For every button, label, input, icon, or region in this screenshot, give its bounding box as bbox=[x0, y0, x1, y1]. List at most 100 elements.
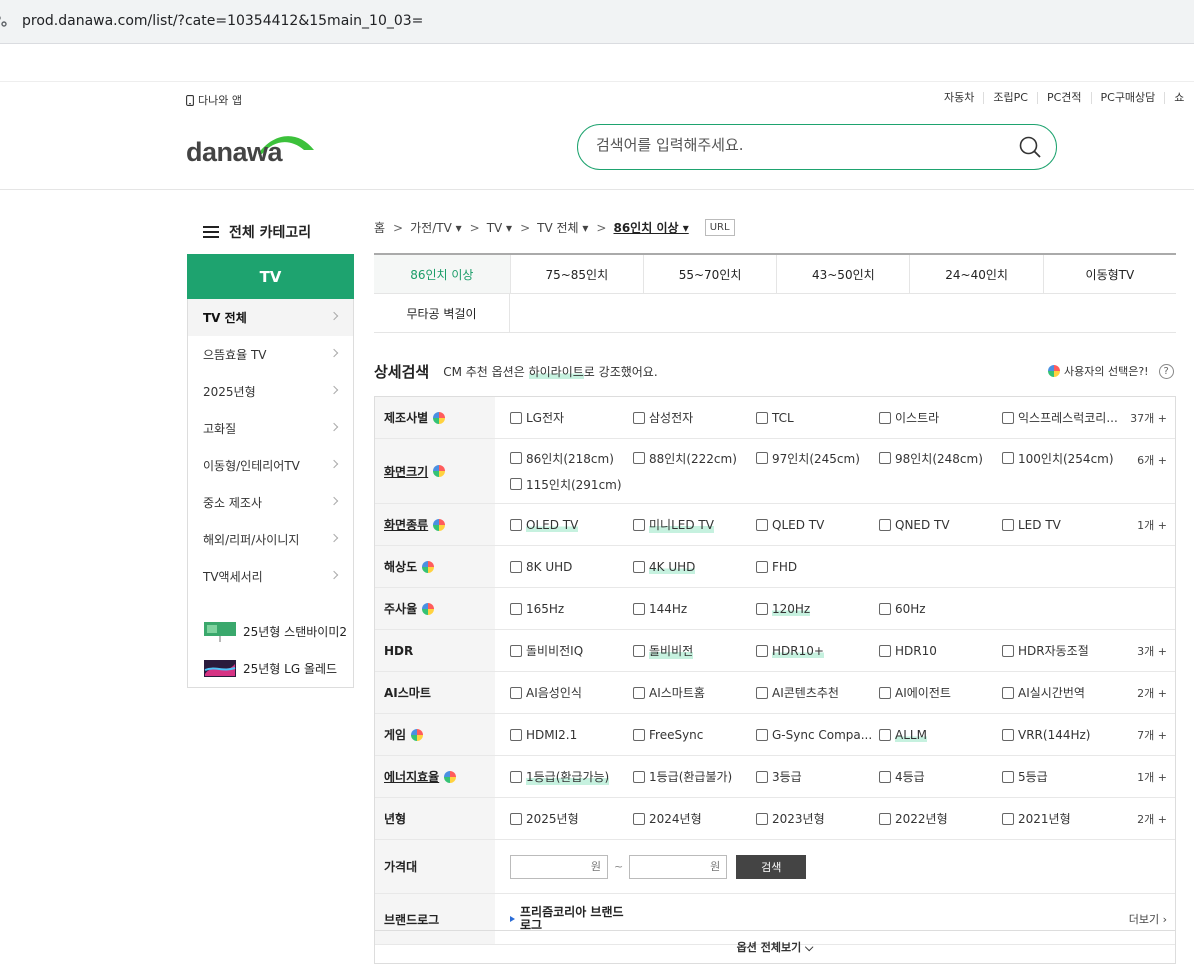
top-nav-item[interactable]: PC견적 bbox=[1036, 92, 1091, 104]
spec-option[interactable]: 익스프레스럭코리... bbox=[1002, 397, 1125, 438]
more-options-button[interactable]: 1개 + bbox=[1137, 517, 1167, 533]
price-max-input[interactable] bbox=[629, 854, 728, 879]
spec-option[interactable]: FreeSync bbox=[633, 714, 756, 755]
checkbox[interactable] bbox=[1002, 518, 1014, 531]
site-settings-icon[interactable] bbox=[0, 14, 8, 28]
checkbox[interactable] bbox=[756, 728, 768, 741]
spec-option[interactable]: AI스마트홈 bbox=[633, 672, 756, 713]
breadcrumb-item[interactable]: TV 전체 ▾ bbox=[537, 219, 588, 236]
spec-label-text[interactable]: 게임 bbox=[384, 726, 406, 743]
checkbox[interactable] bbox=[510, 411, 522, 424]
spec-option[interactable]: 4등급 bbox=[879, 756, 1002, 797]
spec-option[interactable]: 미니LED TV bbox=[633, 504, 756, 545]
checkbox[interactable] bbox=[756, 686, 768, 699]
spec-label-text[interactable]: 해상도 bbox=[384, 558, 417, 575]
spec-option[interactable]: LED TV bbox=[1002, 504, 1125, 545]
checkbox[interactable] bbox=[510, 686, 522, 699]
spec-option[interactable]: 1등급(환급불가) bbox=[633, 756, 756, 797]
more-options-button[interactable]: 6개 + bbox=[1137, 452, 1167, 468]
sidebar-item[interactable]: 2025년형 bbox=[188, 373, 353, 410]
checkbox[interactable] bbox=[633, 728, 645, 741]
checkbox[interactable] bbox=[756, 770, 768, 783]
more-options-button[interactable]: 7개 + bbox=[1137, 727, 1167, 743]
checkbox[interactable] bbox=[879, 686, 891, 699]
spec-option[interactable]: 삼성전자 bbox=[633, 397, 756, 438]
checkbox[interactable] bbox=[1002, 452, 1014, 464]
spec-option[interactable]: 98인치(248cm) bbox=[879, 445, 1002, 471]
price-search-button[interactable]: 검색 bbox=[736, 854, 807, 879]
checkbox[interactable] bbox=[633, 770, 645, 783]
spec-option[interactable]: AI에이전트 bbox=[879, 672, 1002, 713]
spec-label-text[interactable]: 주사율 bbox=[384, 600, 417, 617]
spec-option[interactable]: 165Hz bbox=[510, 588, 633, 629]
more-options-button[interactable]: 2개 + bbox=[1137, 685, 1167, 701]
spec-option[interactable]: HDMI2.1 bbox=[510, 714, 633, 755]
breadcrumb-current[interactable]: 86인치 이상 ▾ bbox=[613, 219, 688, 236]
search-icon[interactable] bbox=[1018, 135, 1042, 159]
checkbox[interactable] bbox=[510, 452, 522, 464]
spec-option[interactable]: 이스트라 bbox=[879, 397, 1002, 438]
spec-label-text[interactable]: 에너지효율 bbox=[384, 768, 439, 785]
spec-label-text[interactable]: 제조사별 bbox=[384, 409, 428, 426]
checkbox[interactable] bbox=[510, 812, 522, 825]
sidebar-item[interactable]: 해외/리퍼/사이니지 bbox=[188, 521, 353, 558]
spec-option[interactable]: HDR10+ bbox=[756, 630, 879, 671]
spec-option[interactable]: 60Hz bbox=[879, 588, 1002, 629]
browser-url-bar[interactable]: prod.danawa.com/list/?cate=10354412&15ma… bbox=[0, 0, 1194, 44]
size-tab[interactable]: 무타공 벽걸이 bbox=[374, 294, 510, 332]
sidebar-item[interactable]: 이동형/인테리어TV bbox=[188, 447, 353, 484]
spec-option[interactable]: 2023년형 bbox=[756, 798, 879, 839]
breadcrumb-item[interactable]: TV ▾ bbox=[487, 221, 512, 235]
breadcrumb-item[interactable]: 가전/TV ▾ bbox=[410, 219, 462, 236]
checkbox[interactable] bbox=[510, 518, 522, 531]
spec-option[interactable]: 2022년형 bbox=[879, 798, 1002, 839]
more-options-button[interactable]: 1개 + bbox=[1137, 769, 1167, 785]
more-options-button[interactable]: 3개 + bbox=[1137, 643, 1167, 659]
checkbox[interactable] bbox=[879, 728, 891, 741]
spec-option[interactable]: FHD bbox=[756, 546, 879, 587]
spec-option[interactable]: AI실시간번역 bbox=[1002, 672, 1125, 713]
spec-option[interactable]: OLED TV bbox=[510, 504, 633, 545]
all-category-button[interactable]: 전체 카테고리 bbox=[187, 212, 354, 252]
spec-option[interactable]: 144Hz bbox=[633, 588, 756, 629]
size-tab[interactable]: 86인치 이상 bbox=[374, 255, 510, 293]
danawa-logo[interactable]: danawa bbox=[186, 130, 318, 164]
spec-option[interactable]: AI콘텐츠추천 bbox=[756, 672, 879, 713]
spec-option[interactable]: 1등급(환급가능) bbox=[510, 756, 633, 797]
spec-option[interactable]: AI음성인식 bbox=[510, 672, 633, 713]
spec-option[interactable]: 88인치(222cm) bbox=[633, 445, 756, 471]
spec-option[interactable]: HDR자동조절 bbox=[1002, 630, 1125, 671]
price-min-input[interactable] bbox=[510, 854, 608, 879]
checkbox[interactable] bbox=[1002, 644, 1014, 657]
checkbox[interactable] bbox=[879, 411, 891, 424]
spec-option[interactable]: 100인치(254cm) bbox=[1002, 445, 1125, 471]
app-link[interactable]: 다나와 앱 bbox=[186, 92, 242, 108]
spec-option[interactable]: 3등급 bbox=[756, 756, 879, 797]
search-input[interactable] bbox=[596, 136, 996, 154]
spec-option[interactable]: 8K UHD bbox=[510, 546, 633, 587]
checkbox[interactable] bbox=[756, 812, 768, 825]
checkbox[interactable] bbox=[510, 560, 522, 573]
category-head[interactable]: TV bbox=[187, 254, 354, 299]
checkbox[interactable] bbox=[879, 644, 891, 657]
size-tab[interactable]: 43~50인치 bbox=[776, 255, 909, 293]
sidebar-item[interactable]: TV액세서리 bbox=[188, 558, 353, 595]
spec-label-text[interactable]: 화면종류 bbox=[384, 516, 428, 533]
spec-option[interactable]: TCL bbox=[756, 397, 879, 438]
checkbox[interactable] bbox=[1002, 686, 1014, 699]
top-nav-item[interactable]: 쇼 bbox=[1164, 92, 1193, 104]
breadcrumb-home[interactable]: 홈 bbox=[374, 219, 385, 236]
spec-option[interactable]: 2021년형 bbox=[1002, 798, 1125, 839]
size-tab[interactable]: 55~70인치 bbox=[642, 255, 776, 293]
top-nav-item[interactable]: PC구매상담 bbox=[1090, 92, 1165, 104]
spec-label-text[interactable]: HDR bbox=[384, 644, 413, 658]
brand-more-button[interactable]: 더보기 › bbox=[1129, 911, 1167, 927]
url-copy-button[interactable]: URL bbox=[704, 219, 735, 236]
promo-item[interactable]: 25년형 LG 올레드 bbox=[188, 650, 353, 687]
checkbox[interactable] bbox=[879, 812, 891, 825]
size-tab[interactable]: 24~40인치 bbox=[909, 255, 1042, 293]
spec-label-text[interactable]: 화면크기 bbox=[384, 463, 428, 480]
spec-option[interactable]: 4K UHD bbox=[633, 546, 756, 587]
checkbox[interactable] bbox=[756, 644, 768, 657]
checkbox[interactable] bbox=[879, 602, 891, 615]
